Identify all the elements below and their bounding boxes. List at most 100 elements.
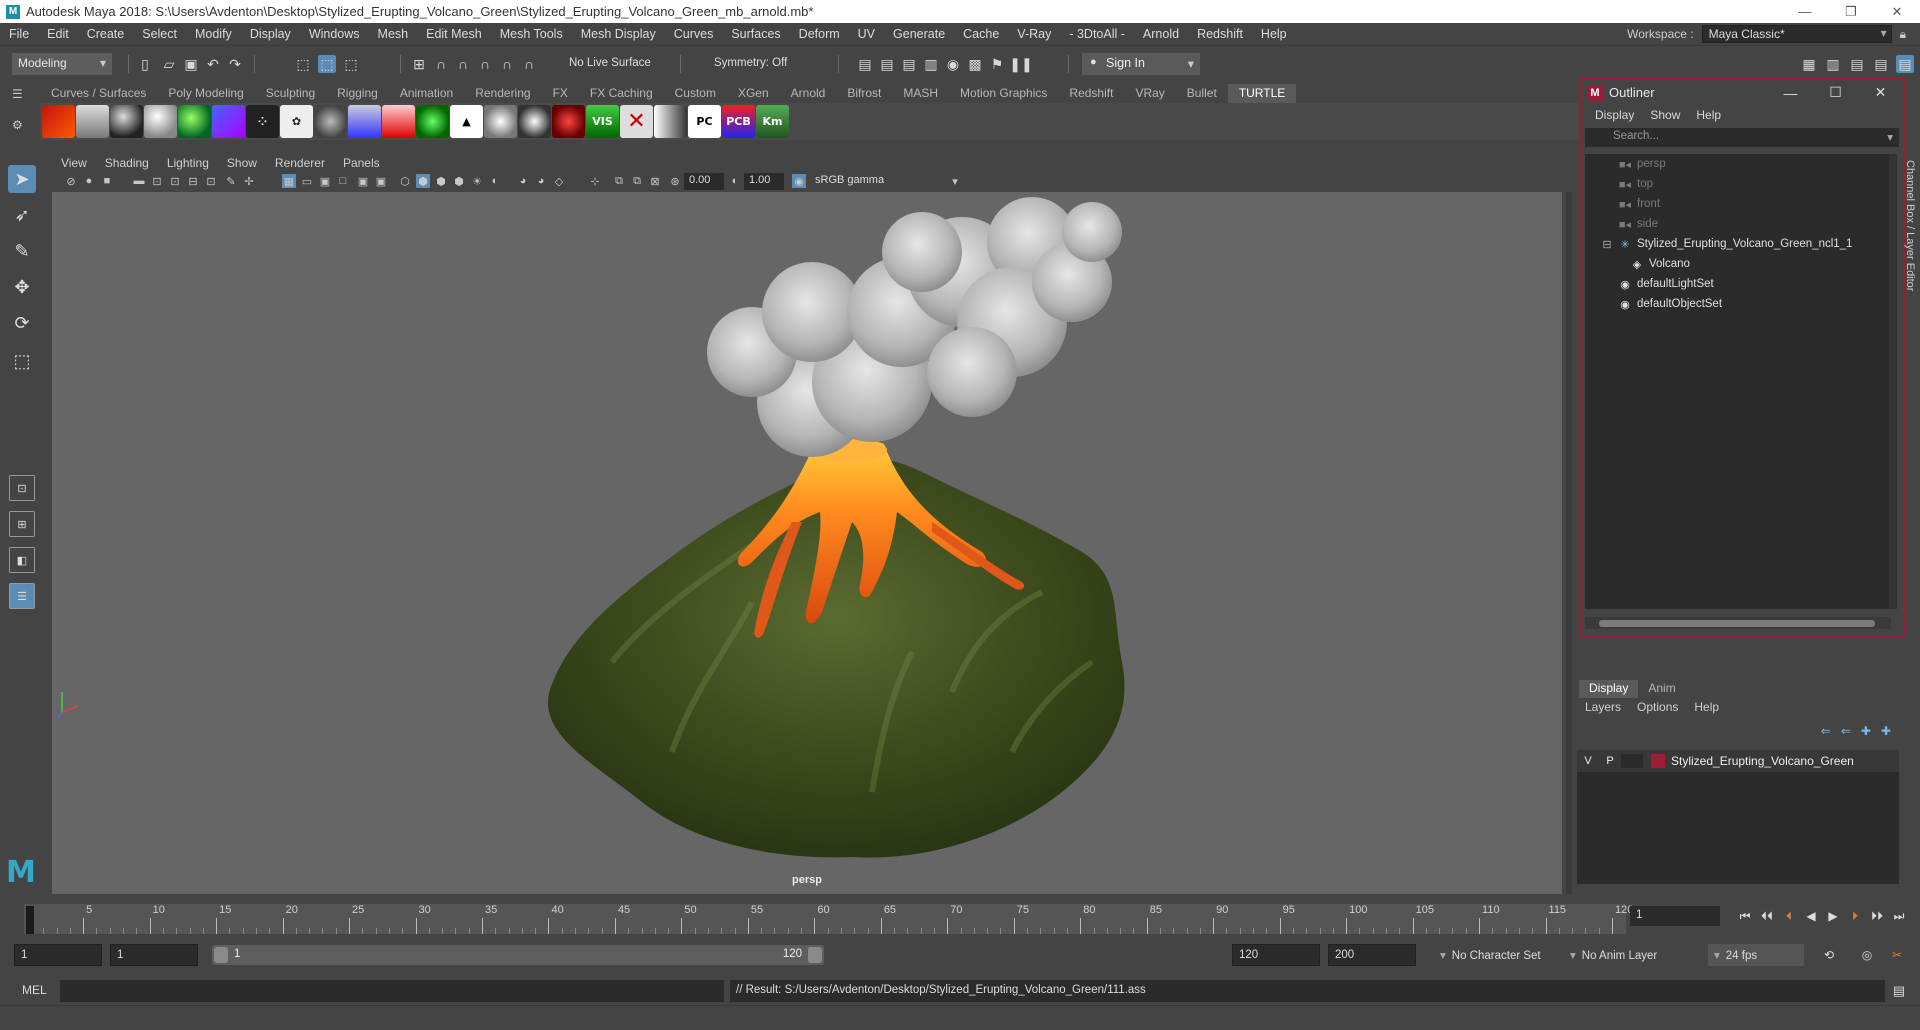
xray-icon[interactable]: ⬢ <box>416 174 430 188</box>
viewport-divider[interactable] <box>1566 192 1572 894</box>
turtle-capsule-icon[interactable] <box>314 105 347 138</box>
turtle-gem-icon[interactable] <box>416 105 449 138</box>
menu-generate[interactable]: Generate <box>884 27 954 41</box>
menu-mesh-tools[interactable]: Mesh Tools <box>491 27 572 41</box>
shelf-tab-motion-graphics[interactable]: Motion Graphics <box>949 84 1058 103</box>
menu-display[interactable]: Display <box>241 27 300 41</box>
menu-arnold[interactable]: Arnold <box>1134 27 1188 41</box>
snap-curve-icon[interactable]: ∩ <box>432 55 450 73</box>
sign-in-button[interactable]: Sign In <box>1082 53 1200 75</box>
scale-tool-icon[interactable]: ⬚ <box>8 347 36 375</box>
layer-menu-options[interactable]: Options <box>1629 700 1686 714</box>
layer-tab-display[interactable]: Display <box>1579 680 1639 698</box>
channel-box-side-tab[interactable]: Channel Box / Layer Editor <box>1898 160 1916 450</box>
outliner-minimize-icon[interactable]: — <box>1768 80 1813 105</box>
outliner-item-volcano[interactable]: ◈ Volcano <box>1585 254 1891 274</box>
camera-attributes-icon[interactable]: ⊘ <box>64 174 78 188</box>
menu-curves[interactable]: Curves <box>665 27 723 41</box>
outliner-maximize-icon[interactable]: ☐ <box>1813 80 1858 105</box>
four-view-layout-icon[interactable]: ⊞ <box>9 511 35 537</box>
loop-icon[interactable]: ⟲ <box>1820 947 1838 963</box>
lights-icon[interactable]: ▣ <box>374 174 388 188</box>
scene-start-field[interactable]: 1 <box>14 944 102 966</box>
menu-edit-mesh[interactable]: Edit Mesh <box>417 27 491 41</box>
viewport-menu-view[interactable]: View <box>52 156 96 170</box>
turtle-km-icon[interactable]: Km <box>756 105 789 138</box>
menu-help[interactable]: Help <box>1252 27 1296 41</box>
step-forward-frame-icon[interactable]: ⏵ <box>1846 908 1864 924</box>
menu-mesh[interactable]: Mesh <box>369 27 418 41</box>
playback-end-field[interactable]: 120 <box>1232 944 1320 966</box>
grid-icon[interactable]: ▦ <box>282 174 296 188</box>
select-hierarchy-icon[interactable]: ⬚ <box>294 55 312 73</box>
turtle-bake-icon[interactable] <box>76 105 109 138</box>
layer-menu-help[interactable]: Help <box>1686 700 1727 714</box>
live-surface-field[interactable]: No Live Surface <box>563 55 673 73</box>
outliner-item-top[interactable]: ■◂ top <box>1585 174 1891 194</box>
layer-visibility-toggle[interactable]: V <box>1577 755 1599 767</box>
turtle-delete-icon[interactable]: ✕ <box>620 105 653 138</box>
menu-vray[interactable]: V-Ray <box>1008 27 1060 41</box>
camera-view-icon[interactable]: ⧉ <box>612 174 626 188</box>
shelf-tab-rendering[interactable]: Rendering <box>464 84 541 103</box>
viewport-menu-lighting[interactable]: Lighting <box>158 156 218 170</box>
shelf-tab-vray[interactable]: VRay <box>1124 84 1175 103</box>
fps-dropdown[interactable]: 24 fps <box>1708 944 1804 966</box>
move-tool-icon[interactable]: ✥ <box>8 273 36 301</box>
outliner-item-defaultlightset[interactable]: ◉ defaultLightSet <box>1585 274 1891 294</box>
lock-icon[interactable]: 🔒︎ <box>1900 27 1906 42</box>
turtle-box-red-icon[interactable] <box>382 105 415 138</box>
film-gate-icon[interactable]: ▬ <box>132 174 146 188</box>
lock-camera-icon[interactable]: ● <box>82 174 96 188</box>
xray-joints-icon[interactable]: ⬢ <box>434 174 448 188</box>
menu-deform[interactable]: Deform <box>790 27 849 41</box>
current-frame-field[interactable]: 1 <box>1630 906 1720 926</box>
persp-graph-layout-icon[interactable]: ☰ <box>9 583 35 609</box>
menu-cache[interactable]: Cache <box>954 27 1008 41</box>
isolate-select-icon[interactable]: ⬡ <box>398 174 412 188</box>
outliner-menu-help[interactable]: Help <box>1688 108 1729 122</box>
render-view-icon[interactable]: ▩ <box>966 55 984 73</box>
outliner-horizontal-scrollbar[interactable] <box>1585 617 1891 629</box>
shelf-tab-curves-surfaces[interactable]: Curves / Surfaces <box>40 84 157 103</box>
new-scene-icon[interactable]: ▯ <box>136 55 154 73</box>
outliner-item-persp[interactable]: ■◂ persp <box>1585 154 1891 174</box>
hud-icon[interactable]: ⊹ <box>588 174 602 188</box>
turtle-gradient-icon[interactable] <box>654 105 687 138</box>
shelf-tab-fx-caching[interactable]: FX Caching <box>579 84 664 103</box>
step-back-frame-icon[interactable]: ⏴ <box>1780 908 1798 924</box>
scene-end-field[interactable]: 200 <box>1328 944 1416 966</box>
move-layer-up-icon[interactable]: ⇐ <box>1821 724 1831 738</box>
go-to-end-icon[interactable]: ⏭ <box>1890 908 1908 924</box>
close-icon[interactable]: ✕ <box>1874 0 1920 23</box>
step-back-key-icon[interactable]: ⏴⏴ <box>1758 908 1776 924</box>
play-backwards-icon[interactable]: ◀ <box>1802 908 1820 924</box>
menu-create[interactable]: Create <box>78 27 134 41</box>
shelf-tab-redshift[interactable]: Redshift <box>1058 84 1124 103</box>
script-language-label[interactable]: MEL <box>22 983 47 997</box>
attribute-editor-icon[interactable]: ▥ <box>1824 55 1842 73</box>
shelf-tab-fx[interactable]: FX <box>542 84 579 103</box>
bookmark-icon[interactable]: ■ <box>100 174 114 188</box>
layer-menu-layers[interactable]: Layers <box>1577 700 1629 714</box>
outliner-item-front[interactable]: ■◂ front <box>1585 194 1891 214</box>
channel-box-icon[interactable]: ▤ <box>1872 55 1890 73</box>
play-forwards-icon[interactable]: ▶ <box>1824 908 1842 924</box>
shelf-menu-icon[interactable]: ☰ <box>12 88 38 100</box>
image-plane-icon[interactable]: ⊠ <box>648 174 662 188</box>
animation-preferences-icon[interactable]: ✂ <box>1888 947 1906 963</box>
snap-view-icon[interactable]: ∩ <box>476 55 494 73</box>
turtle-render-icon[interactable] <box>42 105 75 138</box>
undo-icon[interactable]: ↶ <box>204 55 222 73</box>
outliner-item-side[interactable]: ■◂ side <box>1585 214 1891 234</box>
layer-row[interactable]: V P Stylized_Erupting_Volcano_Green <box>1577 750 1899 772</box>
render-settings-icon[interactable]: ▤ <box>900 55 918 73</box>
turtle-grid-icon[interactable] <box>212 105 245 138</box>
shadows-icon[interactable]: ◕ <box>534 174 548 188</box>
menu-file[interactable]: File <box>0 27 38 41</box>
expand-minus-icon[interactable]: ⊟ <box>1601 237 1613 251</box>
shelf-tab-bifrost[interactable]: Bifrost <box>836 84 892 103</box>
outliner-menu-display[interactable]: Display <box>1587 108 1642 122</box>
select-object-icon[interactable]: ⬚ <box>318 55 336 73</box>
colorspace-chevron-icon[interactable]: ▾ <box>948 174 962 188</box>
